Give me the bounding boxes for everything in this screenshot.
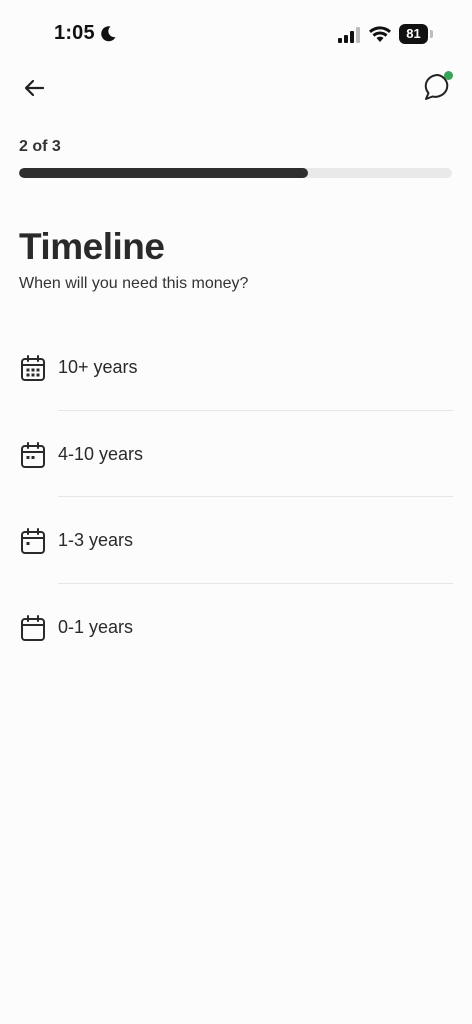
option-label: 4-10 years — [58, 443, 144, 464]
back-button[interactable] — [16, 70, 52, 106]
chat-button[interactable] — [418, 68, 458, 108]
option-1-3-years[interactable]: 1-3 years — [0, 497, 472, 585]
moon-icon — [101, 26, 116, 42]
cellular-signal-icon — [338, 27, 360, 43]
arrow-left-icon — [24, 79, 45, 97]
calendar-one-dot-icon — [21, 528, 45, 555]
notification-dot — [444, 71, 453, 80]
option-label: 10+ years — [58, 357, 138, 377]
option-10-plus-years[interactable]: 10+ years — [0, 324, 472, 411]
calendar-empty-icon — [21, 615, 45, 642]
battery-level: 81 — [399, 24, 428, 44]
step-indicator: 2 of 3 — [19, 138, 61, 155]
option-0-1-years[interactable]: 0-1 years — [0, 584, 472, 671]
page-subtitle: When will you need this money? — [19, 275, 249, 292]
status-time: 1:05 — [54, 22, 95, 44]
calendar-two-dots-icon — [21, 441, 45, 468]
progress-bar — [19, 168, 452, 178]
progress-bar-fill — [19, 168, 308, 178]
timeline-options-list: 10+ years 4-10 years 1-3 years 0-1 years — [0, 324, 472, 671]
option-label: 0-1 years — [58, 617, 134, 638]
option-label: 1-3 years — [58, 530, 134, 551]
page-title: Timeline — [19, 226, 165, 267]
status-bar: 1:05 81 — [0, 0, 472, 60]
battery-cap — [430, 30, 433, 38]
calendar-many-dots-icon — [21, 355, 45, 381]
battery-icon: 81 — [399, 24, 433, 44]
option-4-10-years[interactable]: 4-10 years — [0, 411, 472, 498]
wifi-icon — [369, 26, 391, 42]
